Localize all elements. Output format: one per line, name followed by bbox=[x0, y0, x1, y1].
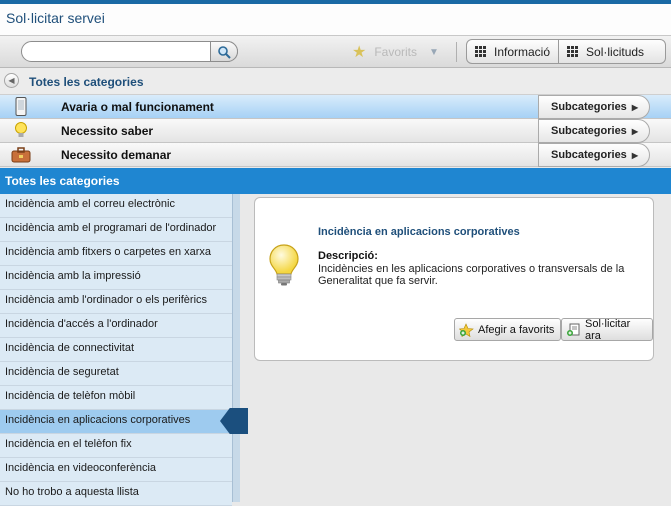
subcategories-label: Subcategories bbox=[551, 125, 627, 137]
add-favorite-icon bbox=[459, 322, 474, 337]
back-button[interactable]: ◀ bbox=[4, 73, 19, 88]
list-item[interactable]: Incidència amb la impressió bbox=[0, 266, 232, 290]
add-favorite-button[interactable]: Afegir a favorits bbox=[454, 318, 562, 341]
favorites-label: Favorits bbox=[374, 45, 418, 59]
lightbulb-icon bbox=[267, 243, 301, 292]
chevron-down-icon: ▼ bbox=[429, 46, 439, 58]
list-item[interactable]: Incidència amb fitxers o carpetes en xar… bbox=[0, 242, 232, 266]
chevron-right-icon: ▶ bbox=[631, 126, 638, 136]
category-label: Necessito saber bbox=[61, 124, 154, 138]
view-button-group: Informació Sol·licituds bbox=[466, 39, 666, 64]
section-header: Totes les categories bbox=[0, 168, 671, 194]
category-label: Necessito demanar bbox=[61, 148, 172, 162]
list-item[interactable]: Incidència amb l'ordinador o els perifèr… bbox=[0, 290, 232, 314]
favorites-dropdown[interactable]: ★ Favorits ▼ bbox=[352, 43, 439, 61]
subcategories-button[interactable]: Subcategories ▶ bbox=[538, 119, 650, 143]
add-favorite-label: Afegir a favorits bbox=[478, 323, 555, 336]
list-item[interactable]: Incidència en videoconferència bbox=[0, 458, 232, 482]
subcategories-button[interactable]: Subcategories ▶ bbox=[538, 95, 650, 119]
search-icon bbox=[218, 45, 231, 59]
breadcrumb-label[interactable]: Totes les categories bbox=[29, 75, 144, 89]
subcategories-label: Subcategories bbox=[551, 149, 627, 161]
chevron-right-icon: ▶ bbox=[631, 150, 638, 160]
window-titlebar: Sol·licitar servei bbox=[0, 0, 671, 36]
subcategories-label: Subcategories bbox=[551, 101, 627, 113]
category-row[interactable]: Necessito saber Subcategories ▶ bbox=[0, 119, 671, 143]
info-button[interactable]: Informació bbox=[467, 40, 558, 63]
info-button-label: Informació bbox=[494, 44, 551, 59]
list-item[interactable]: Incidència d'accés a l'ordinador bbox=[0, 314, 232, 338]
category-row[interactable]: Necessito demanar Subcategories ▶ bbox=[0, 143, 671, 167]
category-row[interactable]: Avaria o mal funcionament Subcategories … bbox=[0, 95, 671, 119]
description-label: Descripció: bbox=[318, 250, 378, 262]
request-icon bbox=[566, 323, 581, 337]
request-now-label: Sol·licitar ara bbox=[585, 317, 631, 342]
section-title: Totes les categories bbox=[5, 174, 120, 188]
requests-button-label: Sol·licituds bbox=[586, 44, 645, 59]
description-text: Incidències en les aplicacions corporati… bbox=[318, 263, 625, 287]
subcategories-button[interactable]: Subcategories ▶ bbox=[538, 143, 650, 167]
list-scrollbar[interactable] bbox=[232, 194, 240, 502]
toolbar: ★ Favorits ▼ Informació Sol·licituds bbox=[0, 36, 671, 68]
toolbar-divider bbox=[456, 42, 457, 62]
chevron-right-icon: ▶ bbox=[631, 102, 638, 112]
search-button[interactable] bbox=[210, 41, 238, 62]
grid-icon bbox=[475, 45, 487, 58]
list-item[interactable]: Incidència amb el correu electrònic bbox=[0, 194, 232, 218]
briefcase-icon bbox=[10, 145, 32, 164]
detail-title: Incidència en aplicacions corporatives bbox=[318, 226, 520, 238]
subcategory-list: Incidència amb el correu electrònic Inci… bbox=[0, 194, 232, 506]
category-label: Avaria o mal funcionament bbox=[61, 100, 214, 114]
chevron-left-icon: ◀ bbox=[8, 76, 15, 85]
list-item[interactable]: Incidència de telèfon mòbil bbox=[0, 386, 232, 410]
lightbulb-icon bbox=[10, 121, 32, 140]
requests-button[interactable]: Sol·licituds bbox=[558, 40, 652, 63]
star-icon: ★ bbox=[352, 44, 367, 61]
list-item[interactable]: Incidència de connectivitat bbox=[0, 338, 232, 362]
grid-icon bbox=[567, 45, 579, 58]
breadcrumb: ◀ Totes les categories bbox=[0, 68, 671, 95]
list-item[interactable]: No ho trobo a aquesta llista bbox=[0, 482, 232, 506]
list-item[interactable]: Incidència en el telèfon fix bbox=[0, 434, 232, 458]
request-now-button[interactable]: Sol·licitar ara bbox=[561, 317, 653, 342]
detail-card: Incidència en aplicacions corporatives D… bbox=[254, 197, 654, 361]
list-item-selected[interactable]: Incidència en aplicacions corporatives bbox=[0, 410, 232, 434]
window-title: Sol·licitar servei bbox=[6, 10, 105, 26]
list-item[interactable]: Incidència amb el programari de l'ordina… bbox=[0, 218, 232, 242]
phone-icon bbox=[10, 97, 32, 116]
subcategory-panel: Incidència amb el correu electrònic Inci… bbox=[0, 194, 248, 506]
list-item[interactable]: Incidència de seguretat bbox=[0, 362, 232, 386]
search-input[interactable] bbox=[21, 41, 238, 62]
